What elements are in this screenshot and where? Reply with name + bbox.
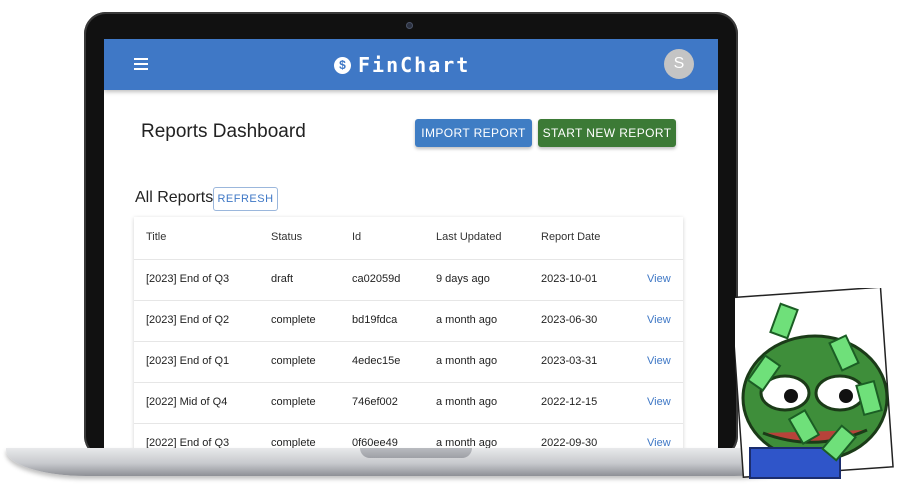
table-row: [2023] End of Q1 complete 4edec15e a mon…: [134, 341, 683, 383]
column-header-title: Title: [146, 231, 167, 243]
row-last-updated: 9 days ago: [436, 273, 490, 285]
row-report-date: 2022-09-30: [541, 437, 598, 449]
table-row: [2022] Mid of Q4 complete 746ef002 a mon…: [134, 382, 683, 424]
dollar-coin-icon: $: [334, 56, 351, 74]
row-last-updated: a month ago: [436, 396, 498, 408]
row-id: ca02059d: [352, 273, 401, 285]
row-report-date: 2022-12-15: [541, 396, 598, 408]
user-avatar[interactable]: S: [664, 49, 694, 79]
table-header-row: Title Status Id Last Updated Report Date: [134, 217, 683, 260]
refresh-button[interactable]: REFRESH: [213, 187, 278, 211]
row-report-date: 2023-03-31: [541, 355, 598, 367]
row-id: 4edec15e: [352, 355, 401, 367]
laptop-base: [6, 448, 814, 476]
row-last-updated: a month ago: [436, 437, 498, 449]
row-status: complete: [271, 355, 316, 367]
view-link[interactable]: View: [647, 341, 671, 382]
row-title: [2023] End of Q1: [146, 355, 230, 367]
start-new-report-button[interactable]: START NEW REPORT: [538, 119, 676, 147]
table-row: [2023] End of Q3 draft ca02059d 9 days a…: [134, 259, 683, 301]
section-title: All Reports: [135, 189, 214, 206]
row-title: [2023] End of Q2: [146, 314, 230, 326]
table-row: [2023] End of Q2 complete bd19fdca a mon…: [134, 300, 683, 342]
view-link[interactable]: View: [647, 423, 671, 449]
reports-table: Title Status Id Last Updated Report Date…: [134, 217, 683, 449]
frog-money-sticker-icon: [735, 288, 894, 479]
import-report-button[interactable]: IMPORT REPORT: [415, 119, 532, 147]
view-link[interactable]: View: [647, 300, 671, 341]
column-header-last-updated: Last Updated: [436, 231, 502, 243]
app-bar: $ FinChart S: [104, 39, 718, 90]
column-header-report-date: Report Date: [541, 231, 601, 243]
row-title: [2022] End of Q3: [146, 437, 230, 449]
column-header-id: Id: [352, 231, 362, 243]
column-header-status: Status: [271, 231, 303, 243]
webcam-icon: [406, 22, 413, 29]
row-id: 746ef002: [352, 396, 398, 408]
table-row: [2022] End of Q3 complete 0f60ee49 a mon…: [134, 423, 683, 449]
page-title: Reports Dashboard: [141, 121, 306, 142]
laptop-base-notch: [360, 448, 472, 458]
row-last-updated: a month ago: [436, 314, 498, 326]
hamburger-menu-icon[interactable]: [134, 58, 148, 70]
row-last-updated: a month ago: [436, 355, 498, 367]
app-screen: $ FinChart S Reports Dashboard IMPORT RE…: [104, 39, 718, 449]
brand: $ FinChart: [334, 52, 470, 78]
row-id: 0f60ee49: [352, 437, 398, 449]
brand-name: FinChart: [358, 53, 471, 77]
row-title: [2023] End of Q3: [146, 273, 230, 285]
row-status: complete: [271, 437, 316, 449]
view-link[interactable]: View: [647, 382, 671, 423]
row-title: [2022] Mid of Q4: [146, 396, 228, 408]
row-status: complete: [271, 314, 316, 326]
row-id: bd19fdca: [352, 314, 398, 326]
row-status: complete: [271, 396, 316, 408]
view-link[interactable]: View: [647, 259, 671, 300]
row-report-date: 2023-10-01: [541, 273, 598, 285]
row-status: draft: [271, 273, 294, 285]
row-report-date: 2023-06-30: [541, 314, 598, 326]
